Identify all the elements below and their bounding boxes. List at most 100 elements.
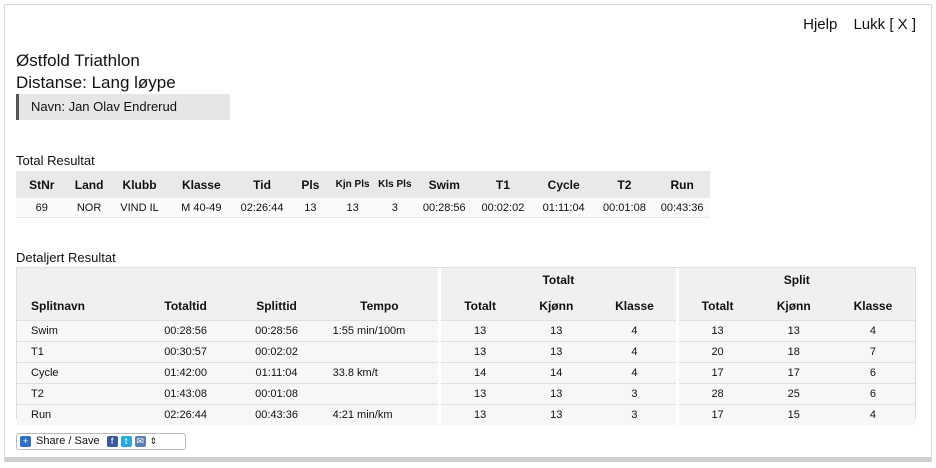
cell: NOR: [67, 198, 111, 218]
cell: 14: [519, 362, 594, 384]
cell: 6: [830, 362, 915, 384]
updown-arrow-icon: ⇕: [149, 436, 158, 446]
col-header: Totalt: [675, 292, 757, 321]
athlete-name: Navn: Jan Olav Endrerud: [16, 94, 230, 120]
split-name: Run: [17, 404, 139, 425]
col-header: Kjn Pls: [331, 171, 375, 198]
col-header: Land: [67, 171, 111, 198]
col-header: Splittid: [256, 299, 297, 313]
cell: M 40-49: [168, 198, 235, 218]
cell: 01:43:08: [138, 383, 233, 405]
cell: 4: [830, 320, 915, 342]
event-distance: Distanse: Lang løype: [16, 73, 176, 92]
split-name: T2: [17, 383, 139, 405]
group-header-row: Totalt Split: [17, 268, 915, 292]
cell: 00:02:02: [232, 341, 321, 363]
cell: 13: [331, 198, 375, 218]
cell: 33.8 km/t: [320, 362, 440, 384]
split-name: Cycle: [17, 362, 139, 384]
col-header: Tempo: [360, 299, 399, 313]
cell: 13: [438, 404, 520, 425]
cell: 4: [593, 320, 678, 342]
col-header: Totalt: [438, 292, 520, 321]
detail-result-table: Totalt Split Splitnavn Totaltid Splittid…: [17, 268, 915, 425]
cell: 00:30:57: [138, 341, 233, 363]
table-row: T2 01:43:08 00:01:08 13 13 3 28 25 6: [17, 383, 915, 405]
col-header: Splitnavn: [31, 299, 86, 313]
event-name: Østfold Triathlon: [16, 51, 140, 70]
split-name: T1: [17, 341, 139, 363]
cell: 00:01:08: [232, 383, 321, 405]
col-header: Klasse: [615, 299, 654, 313]
col-header: Pls: [289, 171, 332, 198]
cell: 20: [675, 341, 757, 363]
cell: 13: [519, 404, 594, 425]
cell: 13: [519, 320, 594, 342]
col-header: StNr: [16, 171, 68, 198]
event-header: Østfold Triathlon Distanse: Lang løype: [16, 50, 176, 94]
cell: 4: [593, 341, 678, 363]
col-header: Run: [654, 171, 710, 198]
email-icon: ✉: [134, 436, 146, 447]
table-row: Swim 00:28:56 00:28:56 1:55 min/100m 13 13 4 13…: [17, 320, 915, 342]
cell: 3: [374, 198, 416, 218]
total-header-row: StNr Land Klubb Klasse Tid Pls Kjn Pls K…: [16, 171, 710, 198]
cell: 13: [438, 341, 520, 363]
cell: [320, 341, 440, 363]
cell: 18: [756, 341, 831, 363]
cell: 69: [16, 198, 68, 218]
col-header: Klasse: [168, 171, 235, 198]
cell: 13: [675, 320, 757, 342]
cell: 13: [289, 198, 332, 218]
cell: 4: [830, 404, 915, 425]
cell: 4:21 min/km: [320, 404, 440, 425]
col-header: Kjønn: [539, 299, 574, 313]
cell: 17: [675, 404, 757, 425]
cell: VIND IL: [110, 198, 169, 218]
cell: 01:42:00: [138, 362, 233, 384]
cell: 6: [830, 383, 915, 405]
share-label: Share / Save: [36, 435, 100, 447]
cell: 25: [756, 383, 831, 405]
cell: 15: [756, 404, 831, 425]
cell: 01:11:04: [532, 198, 595, 218]
cell: 00:43:36: [232, 404, 321, 425]
col-header: Swim: [415, 171, 474, 198]
cell: 13: [438, 383, 520, 405]
table-row: Run 02:26:44 00:43:36 4:21 min/km 13 13 3 17 15 4: [17, 404, 915, 425]
col-header: Cycle: [532, 171, 595, 198]
cell: 13: [519, 341, 594, 363]
group-totalt: Totalt: [438, 268, 678, 292]
cell: 00:28:56: [232, 320, 321, 342]
cell: 28: [675, 383, 757, 405]
close-link[interactable]: Lukk [ X ]: [853, 16, 916, 33]
detail-rows: Swim 00:28:56 00:28:56 1:55 min/100m 13 13 4 13…: [17, 320, 915, 425]
cell: 17: [756, 362, 831, 384]
col-header: Kls Pls: [374, 171, 416, 198]
col-header: Klasse: [853, 299, 893, 313]
col-header: Tid: [234, 171, 290, 198]
table-row: Cycle 01:42:00 01:11:04 33.8 km/t 14 14 4 17 17 6: [17, 362, 915, 384]
group-split: Split: [675, 268, 915, 292]
table-row: T1 00:30:57 00:02:02 13 13 4 20 18 7: [17, 341, 915, 363]
cell: 17: [675, 362, 757, 384]
cell: 3: [593, 383, 678, 405]
cell: 3: [593, 404, 678, 425]
share-icon: +: [20, 436, 31, 447]
cell: 13: [438, 320, 520, 342]
cell: 02:26:44: [234, 198, 290, 218]
cell: 13: [756, 320, 831, 342]
share-save-button[interactable]: + Share / Save f t ✉ ⇕: [16, 433, 186, 450]
cell: 02:26:44: [138, 404, 233, 425]
cell: 00:01:08: [594, 198, 655, 218]
help-link[interactable]: Hjelp: [803, 16, 837, 33]
col-header: T1: [473, 171, 533, 198]
cell: 7: [830, 341, 915, 363]
cell: 00:02:02: [473, 198, 533, 218]
cell: [320, 383, 440, 405]
top-links: Hjelp Lukk [ X ]: [791, 16, 916, 33]
total-result-row: 69 NOR VIND IL M 40-49 02:26:44 13 13 3 …: [16, 198, 710, 218]
split-name: Swim: [17, 320, 139, 342]
cell: 1:55 min/100m: [320, 320, 440, 342]
cell: 14: [438, 362, 520, 384]
